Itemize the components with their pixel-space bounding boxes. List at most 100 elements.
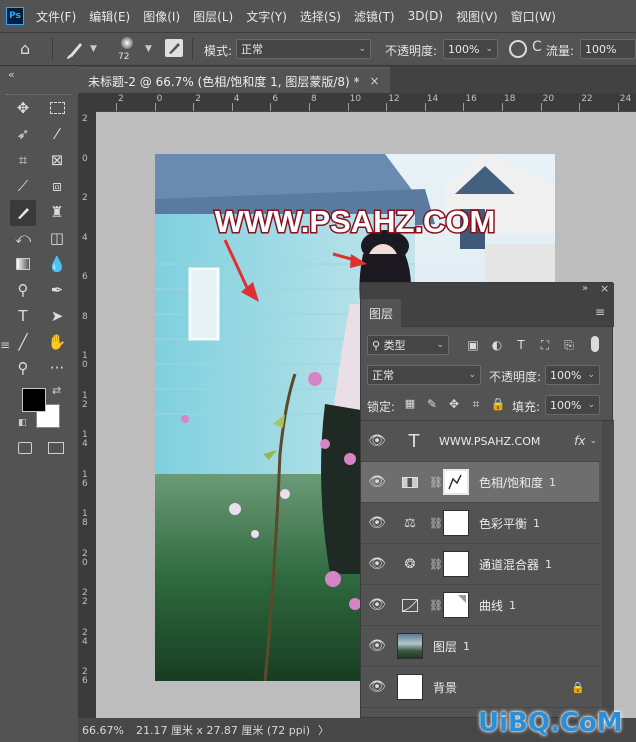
layer-mask-thumbnail[interactable] <box>443 469 469 495</box>
visibility-eye-icon[interactable]: 👁 <box>361 638 393 654</box>
move-tool-icon[interactable]: ✥ <box>12 97 34 119</box>
dodge-tool-icon[interactable]: ⚲ <box>12 279 34 301</box>
mask-link-icon[interactable]: ⛓ <box>429 476 443 489</box>
layer-blend-mode-dropdown[interactable]: 正常 ⌄ <box>367 365 481 385</box>
menu-image[interactable]: 图像(I) <box>143 8 180 25</box>
background-layer-thumbnail[interactable] <box>397 674 423 700</box>
stamp-tool-icon[interactable]: ♜ <box>46 201 68 223</box>
layer-opacity-field[interactable]: 100% ⌄ <box>545 365 600 385</box>
brush-settings-panel-icon[interactable] <box>165 39 183 57</box>
fill-field[interactable]: 100% ⌄ <box>545 395 600 415</box>
mask-link-icon[interactable]: ⛓ <box>429 599 443 612</box>
filter-toggle-switch[interactable] <box>591 336 599 352</box>
layers-tab[interactable]: 图层 <box>361 299 401 327</box>
type-tool-icon[interactable]: T <box>12 305 34 327</box>
visibility-eye-icon[interactable]: 👁 <box>361 515 393 531</box>
filter-type-icon[interactable]: T <box>512 338 530 352</box>
quick-mask-icon[interactable] <box>18 442 32 454</box>
history-brush-icon[interactable]: ⤺ <box>12 227 34 249</box>
menu-file[interactable]: 文件(F) <box>36 8 76 25</box>
magic-wand-icon[interactable]: ⁄ <box>46 123 68 145</box>
toolbar-grip[interactable] <box>6 94 72 96</box>
ps-app-icon[interactable]: Ps <box>6 7 24 25</box>
layer-effects-fx-icon[interactable]: fx <box>574 434 585 448</box>
layer-mask-thumbnail[interactable] <box>443 592 469 618</box>
visibility-eye-icon[interactable]: 👁 <box>361 433 393 449</box>
menu-type[interactable]: 文字(Y) <box>246 8 287 25</box>
lock-transparency-icon[interactable]: ▦ <box>401 397 419 410</box>
lock-artboard-icon[interactable]: ⌗ <box>467 397 485 412</box>
brush-tool-icon[interactable] <box>10 200 36 226</box>
blur-tool-icon[interactable]: 💧 <box>46 253 68 275</box>
layer-mask-thumbnail[interactable] <box>443 551 469 577</box>
chevron-down-icon[interactable]: ⌄ <box>589 436 597 446</box>
visibility-eye-icon[interactable]: 👁 <box>361 556 393 572</box>
layer-mask-thumbnail[interactable] <box>443 510 469 536</box>
menu-layer[interactable]: 图层(L) <box>193 8 233 25</box>
collapse-panel-icon[interactable]: » <box>582 283 588 294</box>
filter-adjustment-icon[interactable]: ◐ <box>488 338 506 352</box>
menu-3d[interactable]: 3D(D) <box>408 9 443 23</box>
more-tools-icon[interactable]: ··· <box>46 357 68 379</box>
panel-menu-icon[interactable]: ≡ <box>595 305 605 319</box>
menu-window[interactable]: 窗口(W) <box>511 8 556 25</box>
lasso-tool-icon[interactable]: ➶ <box>12 123 34 145</box>
hand-tool-icon[interactable]: ✋ <box>46 331 68 353</box>
menu-view[interactable]: 视图(V) <box>456 8 498 25</box>
filter-smart-object-icon[interactable]: ⎘ <box>560 338 578 353</box>
menu-edit[interactable]: 编辑(E) <box>89 8 130 25</box>
menu-select[interactable]: 选择(S) <box>300 8 341 25</box>
lock-pixels-icon[interactable]: ✎ <box>423 397 441 411</box>
home-icon[interactable]: ⌂ <box>20 39 30 58</box>
document-tab[interactable]: 未标题-2 @ 66.7% (色相/饱和度 1, 图层蒙版/8) * × <box>78 67 390 93</box>
layer-row-text[interactable]: 👁 T WWW.PSAHZ.COM fx ⌄ <box>361 421 599 462</box>
visibility-eye-icon[interactable]: 👁 <box>361 474 393 490</box>
layer-row-background[interactable]: 👁 背景 🔒 <box>361 667 599 708</box>
zoom-level[interactable]: 66.67% <box>82 724 124 737</box>
brush-size-picker[interactable]: 72 <box>114 35 142 65</box>
lock-position-icon[interactable]: ✥ <box>445 397 463 411</box>
foreground-color-swatch[interactable] <box>22 388 46 412</box>
mask-link-icon[interactable]: ⛓ <box>429 558 443 571</box>
flow-field[interactable]: 100% <box>580 39 636 59</box>
filter-pixel-icon[interactable]: ▣ <box>464 338 482 352</box>
line-tool-icon[interactable]: ╱ <box>12 331 34 353</box>
crop-tool-icon[interactable]: ⌗ <box>12 149 34 171</box>
ruler-frame-icon[interactable]: ⧈ <box>46 175 68 197</box>
panel-collapse-icon[interactable]: ≡ <box>0 338 10 352</box>
default-colors-icon[interactable]: ◧ <box>18 418 27 428</box>
pen-tool-icon[interactable]: ✒ <box>46 279 68 301</box>
layers-scrollbar[interactable] <box>602 421 614 718</box>
layer-row-pixel[interactable]: 👁 图层 1 <box>361 626 599 667</box>
menu-filter[interactable]: 滤镜(T) <box>354 8 395 25</box>
layer-row-hue-saturation[interactable]: 👁 ⛓ 色相/饱和度 1 <box>361 462 599 503</box>
status-menu-arrow-icon[interactable]: 〉 <box>318 722 329 738</box>
visibility-eye-icon[interactable]: 👁 <box>361 679 393 695</box>
collapse-toolbar-button[interactable]: « <box>8 68 15 81</box>
gradient-tool-icon[interactable] <box>12 253 34 275</box>
opacity-field[interactable]: 100% ⌄ <box>443 39 498 59</box>
screen-mode-icon[interactable] <box>48 442 64 454</box>
layer-row-channel-mixer[interactable]: 👁 ❂ ⛓ 通道混合器 1 <box>361 544 599 585</box>
blend-mode-dropdown[interactable]: 正常 ⌄ <box>236 39 371 59</box>
visibility-eye-icon[interactable]: 👁 <box>361 597 393 613</box>
lock-all-icon[interactable]: 🔒 <box>489 397 507 411</box>
frame-tool-icon[interactable]: ⊠ <box>46 149 68 171</box>
chevron-down-icon[interactable]: ▼ <box>90 44 97 54</box>
eyedropper-tool-icon[interactable]: ⟋ <box>12 175 34 197</box>
close-tab-icon[interactable]: × <box>370 74 380 88</box>
filter-shape-icon[interactable]: ⛶ <box>536 338 554 353</box>
mask-link-icon[interactable]: ⛓ <box>429 517 443 530</box>
layer-row-curves[interactable]: 👁 ⛓ 曲线 1 <box>361 585 599 626</box>
close-panel-icon[interactable]: × <box>600 282 609 295</box>
marquee-tool-icon[interactable] <box>46 97 68 119</box>
layer-row-color-balance[interactable]: 👁 ⚖ ⛓ 色彩平衡 1 <box>361 503 599 544</box>
brush-tool-preset-icon[interactable] <box>64 38 88 63</box>
smoothing-icon[interactable]: C <box>532 39 542 55</box>
path-select-icon[interactable]: ➤ <box>46 305 68 327</box>
swap-colors-icon[interactable]: ⇄ <box>52 384 61 397</box>
chevron-down-icon[interactable]: ▼ <box>145 44 152 54</box>
layer-filter-dropdown[interactable]: ⚲ 类型 ⌄ <box>367 335 449 355</box>
eraser-tool-icon[interactable]: ◫ <box>46 227 68 249</box>
photo-layer-thumbnail[interactable] <box>397 633 423 659</box>
